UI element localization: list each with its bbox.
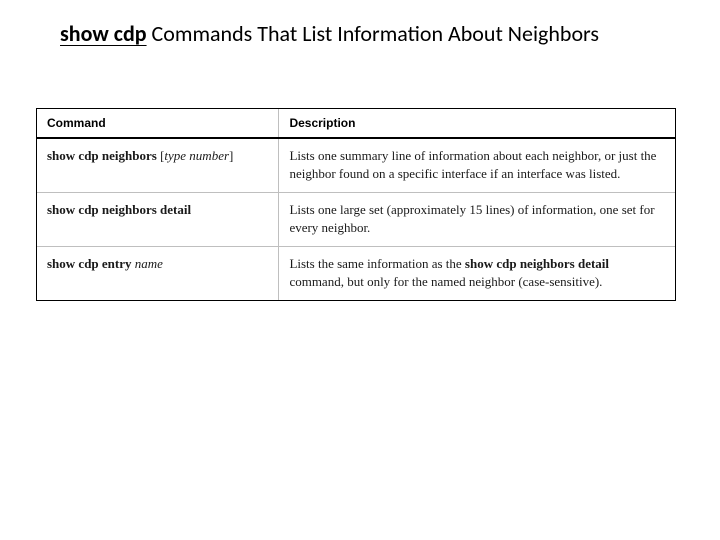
cell-command: show cdp entry name — [37, 247, 279, 300]
cell-description: Lists the same information as the show c… — [279, 247, 675, 300]
table-header-row: Command Description — [37, 109, 675, 139]
command-bracket-close: ] — [229, 148, 233, 163]
cell-command: show cdp neighbors detail — [37, 193, 279, 246]
header-description: Description — [279, 109, 675, 137]
command-bold: show cdp entry — [47, 256, 132, 271]
cell-command: show cdp neighbors [type number] — [37, 139, 279, 192]
description-post: command, but only for the named neighbor… — [289, 274, 602, 289]
description-pre: Lists the same information as the — [289, 256, 464, 271]
command-argument: name — [135, 256, 163, 271]
page: show cdp Commands That List Information … — [0, 0, 720, 540]
command-argument: type number — [164, 148, 229, 163]
table-row: show cdp neighbors [type number] Lists o… — [37, 139, 675, 193]
title-command-name: show cdp — [60, 20, 147, 47]
title-rest: Commands That List Information About Nei… — [147, 20, 599, 47]
command-bold: show cdp neighbors — [47, 148, 157, 163]
header-command: Command — [37, 109, 279, 137]
description-bold-command: show cdp neighbors detail — [465, 256, 609, 271]
cell-description: Lists one large set (approximately 15 li… — [279, 193, 675, 246]
table-row: show cdp entry name Lists the same infor… — [37, 247, 675, 300]
page-title: show cdp Commands That List Information … — [60, 20, 680, 47]
commands-table: Command Description show cdp neighbors [… — [36, 108, 676, 301]
cell-description: Lists one summary line of information ab… — [279, 139, 675, 192]
table-row: show cdp neighbors detail Lists one larg… — [37, 193, 675, 247]
command-bold: show cdp neighbors detail — [47, 202, 191, 217]
